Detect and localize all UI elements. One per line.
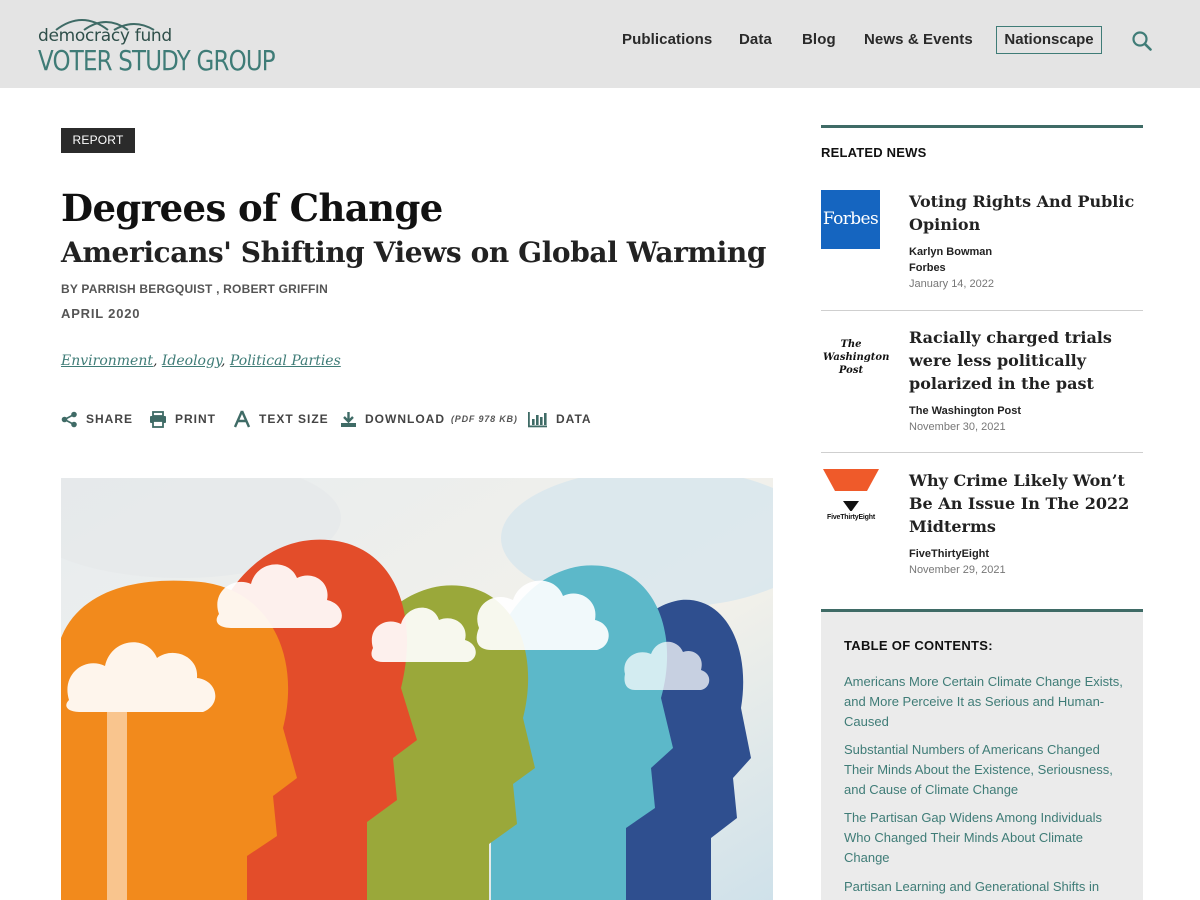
tag-separator: , bbox=[152, 353, 158, 369]
news-title[interactable]: Why Crime Likely Won’t Be An Issue In Th… bbox=[909, 469, 1139, 538]
sidebar: RELATED NEWS Forbes Voting Rights And Pu… bbox=[821, 0, 1143, 900]
text-size-icon bbox=[233, 410, 251, 428]
toc-item[interactable]: The Partisan Gap Widens Among Individual… bbox=[844, 808, 1124, 868]
news-item-fivethirtyeight[interactable]: FiveThirtyEight Why Crime Likely Won’t B… bbox=[821, 469, 1143, 589]
publish-date: APRIL 2020 bbox=[61, 306, 141, 321]
colored-heads-illustration bbox=[61, 478, 773, 900]
fivethirtyeight-logo: FiveThirtyEight bbox=[821, 469, 881, 529]
news-source: Forbes bbox=[909, 262, 946, 274]
toc-heading: TABLE OF CONTENTS: bbox=[844, 638, 993, 653]
fivethirtyeight-wordmark: FiveThirtyEight bbox=[827, 514, 875, 521]
nav-publications[interactable]: Publications bbox=[622, 31, 712, 48]
download-label: DOWNLOAD bbox=[365, 412, 445, 426]
data-label: DATA bbox=[556, 412, 592, 426]
tag-political-parties[interactable]: Political Parties bbox=[230, 353, 341, 369]
news-item-forbes[interactable]: Forbes Voting Rights And Public Opinion … bbox=[821, 190, 1143, 300]
news-date: November 30, 2021 bbox=[909, 421, 1006, 433]
page-subtitle: Americans' Shifting Views on Global Warm… bbox=[61, 236, 767, 269]
washington-post-logo: The Washington Post bbox=[823, 339, 890, 376]
print-icon bbox=[150, 410, 166, 428]
news-divider bbox=[821, 310, 1143, 311]
report-badge: REPORT bbox=[61, 128, 135, 153]
news-divider bbox=[821, 452, 1143, 453]
news-source: The Washington Post bbox=[909, 405, 1022, 417]
forbes-logo: Forbes bbox=[821, 190, 880, 249]
download-button[interactable]: DOWNLOAD (PDF 978 KB) bbox=[340, 406, 518, 432]
share-label: SHARE bbox=[86, 412, 134, 426]
news-source: FiveThirtyEight bbox=[909, 548, 990, 560]
toc-item[interactable]: Substantial Numbers of Americans Changed… bbox=[844, 740, 1124, 800]
fivethirtyeight-mark-icon bbox=[823, 469, 879, 512]
hero-illustration bbox=[61, 478, 773, 900]
tag-environment[interactable]: Environment bbox=[61, 353, 153, 369]
news-author: Karlyn Bowman bbox=[909, 246, 993, 258]
share-icon bbox=[61, 411, 77, 427]
print-label: PRINT bbox=[175, 412, 216, 426]
table-of-contents: TABLE OF CONTENTS: Americans More Certai… bbox=[821, 609, 1143, 900]
bar-chart-icon bbox=[528, 411, 547, 427]
news-date: January 14, 2022 bbox=[909, 278, 995, 290]
toc-item[interactable]: Partisan Learning and Generational Shift… bbox=[844, 877, 1124, 897]
page-title: Degrees of Change bbox=[61, 186, 443, 230]
news-title[interactable]: Voting Rights And Public Opinion bbox=[909, 190, 1139, 236]
nav-data[interactable]: Data bbox=[739, 31, 772, 48]
share-button[interactable]: SHARE bbox=[61, 406, 133, 432]
print-button[interactable]: PRINT bbox=[149, 406, 216, 432]
related-news-heading: RELATED NEWS bbox=[821, 145, 927, 160]
byline: BY PARRISH BERGQUIST , ROBERT GRIFFIN bbox=[61, 282, 328, 296]
text-size-label: TEXT SIZE bbox=[259, 412, 329, 426]
news-item-washington-post[interactable]: The Washington Post Racially charged tri… bbox=[821, 326, 1143, 446]
related-news-rule bbox=[821, 125, 1143, 128]
tag-ideology[interactable]: Ideology bbox=[162, 353, 221, 369]
news-date: November 29, 2021 bbox=[909, 564, 1006, 576]
data-button[interactable]: DATA bbox=[527, 406, 592, 432]
text-size-button[interactable]: TEXT SIZE bbox=[233, 406, 329, 432]
news-title[interactable]: Racially charged trials were less politi… bbox=[909, 326, 1139, 395]
toc-item[interactable]: Americans More Certain Climate Change Ex… bbox=[844, 672, 1124, 732]
article-toolbar: SHARE PRINT TEXT SIZE DOWNLOAD (PDF 978 … bbox=[61, 406, 761, 432]
download-icon bbox=[341, 411, 356, 427]
tag-separator: , bbox=[221, 353, 226, 369]
download-file-info: (PDF 978 KB) bbox=[451, 414, 518, 424]
topic-tags: Environment, Ideology, Political Parties bbox=[61, 353, 341, 369]
